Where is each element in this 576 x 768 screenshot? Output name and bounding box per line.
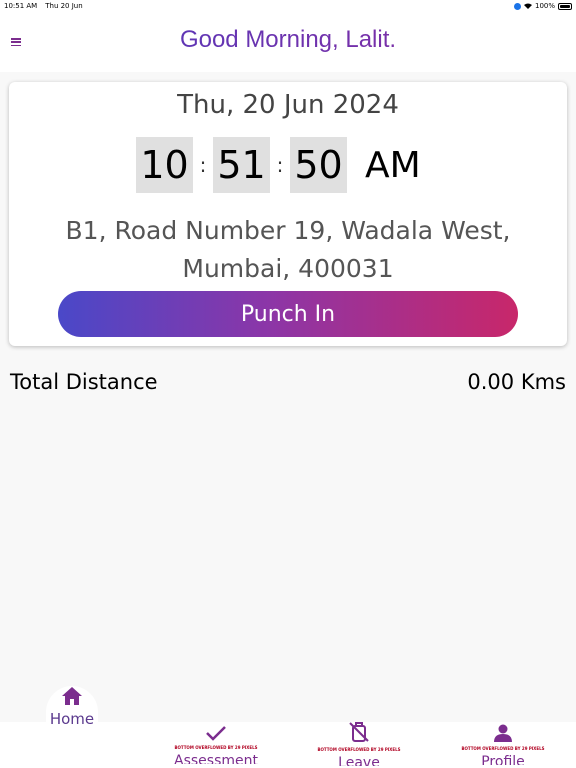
- nav-leave-label: Leave: [338, 756, 380, 766]
- luggage-off-icon: [349, 722, 369, 742]
- clock-separator: :: [199, 153, 207, 177]
- location-icon: [513, 2, 521, 10]
- clock: 10 : 51 : 50 AM: [136, 137, 421, 193]
- clock-hours: 10: [136, 137, 193, 193]
- home-icon: [62, 687, 82, 705]
- nav-profile-label: Profile: [481, 755, 525, 765]
- punch-card: Thu, 20 Jun 2024 10 : 51 : 50 AM B1, Roa…: [9, 82, 567, 346]
- clock-seconds: 50: [290, 137, 347, 193]
- battery-icon: [558, 2, 572, 10]
- battery-percent: 100%: [534, 2, 555, 10]
- clock-separator: :: [276, 153, 284, 177]
- clock-minutes: 51: [213, 137, 270, 193]
- overflow-warning: BOTTOM OVERFLOWED BY 29 PIXELS: [461, 746, 545, 751]
- status-bar: 10:51 AM Thu 20 Jun 100%: [0, 0, 576, 12]
- person-icon: [494, 724, 512, 742]
- current-address: B1, Road Number 19, Wadala West, Mumbai,…: [65, 216, 511, 283]
- current-date: Thu, 20 Jun 2024: [177, 90, 399, 120]
- nav-home[interactable]: Home: [46, 684, 98, 728]
- distance-row: Total Distance 0.00 Kms: [10, 370, 566, 394]
- nav-home-label: Home: [49, 710, 95, 728]
- clock-ampm: AM: [365, 144, 421, 186]
- status-date: Thu 20 Jun: [45, 2, 83, 10]
- nav-profile[interactable]: BOTTOM OVERFLOWED BY 29 PIXELS Profile: [458, 722, 548, 765]
- app-bar: Good Morning, Lalit.: [0, 12, 576, 72]
- page-title: Good Morning, Lalit.: [0, 26, 576, 54]
- nav-assessment-label: Assessment: [174, 754, 258, 764]
- distance-label: Total Distance: [10, 370, 158, 394]
- overflow-warning: BOTTOM OVERFLOWED BY 29 PIXELS: [174, 745, 258, 750]
- overflow-warning: BOTTOM OVERFLOWED BY 29 PIXELS: [317, 747, 401, 752]
- nav-leave[interactable]: BOTTOM OVERFLOWED BY 29 PIXELS Leave: [314, 722, 404, 766]
- status-time: 10:51 AM: [4, 2, 38, 10]
- wifi-icon: [523, 3, 532, 9]
- nav-assessment[interactable]: BOTTOM OVERFLOWED BY 29 PIXELS Assessmen…: [171, 722, 261, 764]
- punch-in-button[interactable]: Punch In: [58, 291, 518, 337]
- check-icon: [206, 726, 226, 741]
- distance-value: 0.00 Kms: [467, 370, 566, 394]
